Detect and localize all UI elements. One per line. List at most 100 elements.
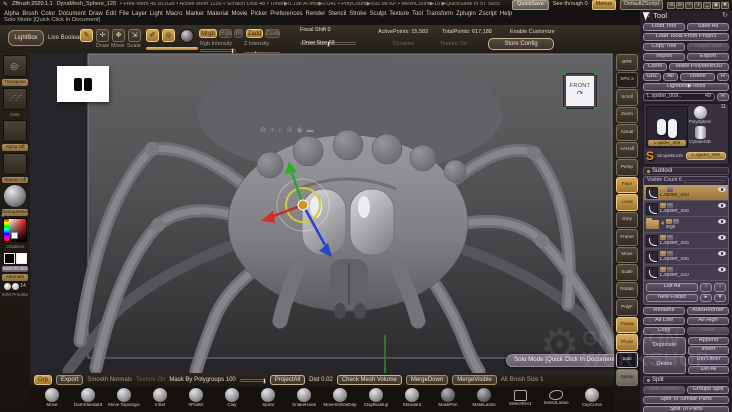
menu-item[interactable]: Stencil (328, 11, 346, 17)
visibility-eye-icon[interactable] (718, 234, 726, 240)
lightbox-tools-button[interactable]: Lightbox▶Tools (643, 82, 729, 91)
right-shelf-button[interactable]: Ghost (616, 334, 638, 351)
visibility-eye-icon[interactable] (718, 202, 726, 208)
simplebrush-icon[interactable]: S (646, 150, 654, 162)
see-through-slider[interactable]: See-through 0 (553, 2, 588, 8)
remesh-chip-icon[interactable] (667, 267, 673, 272)
menu-item[interactable]: Picker (251, 11, 268, 17)
menu-item[interactable]: Tool (412, 11, 423, 17)
menu-item[interactable]: Edit (106, 11, 116, 17)
projectall-button[interactable]: ProjectAll (269, 375, 306, 385)
window-button[interactable]: ⊲ (667, 1, 675, 9)
main-color-swatch[interactable] (3, 252, 15, 264)
remesh-chip-icon[interactable] (667, 203, 673, 208)
move-down-button[interactable]: ↓ (714, 283, 726, 292)
subtool-row[interactable]: L.spider_005 (644, 233, 728, 249)
copy-subtool-button[interactable]: Copy (643, 326, 685, 335)
current-tool-chip[interactable]: L.spider_009 (686, 152, 726, 160)
remesh-chip-icon[interactable] (667, 235, 673, 240)
alpha-thumb[interactable] (3, 120, 27, 143)
menu-item[interactable]: Zscript (479, 11, 497, 17)
load-tools-from-project-button[interactable]: Load Tools From Project (643, 32, 729, 41)
brush-slot[interactable]: Standard (394, 388, 430, 408)
mask-by-polygroups-label[interactable]: Mask By Polygroups 100 (169, 377, 235, 383)
cylinder3d-thumb[interactable]: Cylinder3D (689, 126, 711, 144)
menu-item[interactable]: Help (500, 11, 512, 17)
enable-customize[interactable]: Enable Customize (510, 29, 555, 36)
remesh-chip-icon[interactable] (673, 219, 680, 224)
paint-chip-icon[interactable] (660, 251, 666, 256)
tool-index-slider[interactable]: L.spider_009.. 49 (643, 92, 715, 101)
brush-slot[interactable]: DamStandard (70, 388, 106, 408)
lightbox-button[interactable]: LightBox (8, 30, 44, 46)
goz-all-button[interactable]: All (663, 72, 678, 81)
autoreorder-button[interactable]: AutoReorder (687, 306, 729, 315)
subtool-row[interactable]: L.spider_010 (644, 265, 728, 281)
window-button[interactable]: ✖ (721, 1, 729, 9)
dist-label[interactable]: Dist 0.02 (309, 377, 333, 383)
right-shelf-button[interactable]: Rotate (616, 281, 638, 298)
brush-slot[interactable]: Inflat (142, 388, 178, 408)
subtool-row[interactable]: L.spider_009 (644, 185, 728, 201)
front-face[interactable]: FRONT ↷ (566, 76, 594, 106)
subtool-row[interactable]: L.spider_006 (644, 249, 728, 265)
menu-item[interactable]: Preferences (270, 11, 302, 17)
gizmo-option-icon[interactable]: + (270, 127, 274, 134)
color-picker[interactable] (3, 217, 27, 242)
make-polymesh3d-button[interactable]: Make PolyMesh3D (669, 62, 729, 71)
goz-r-button[interactable]: R (717, 72, 729, 81)
right-shelf-button[interactable]: Scale (616, 264, 638, 281)
live-boolean-toggle[interactable]: Live Boolean (48, 35, 83, 41)
all-low-button[interactable]: All Low (643, 316, 685, 325)
mergedown-button[interactable]: MergeDown (405, 375, 449, 385)
brush-flyout-button[interactable]: ✐ (146, 29, 159, 42)
brush-slot[interactable]: SelectRect (502, 388, 538, 407)
gizmo-option-icon[interactable]: ◉ (296, 127, 302, 134)
stroke-flyout-button[interactable]: ◎ (162, 29, 175, 42)
menu-item[interactable]: Texture (389, 11, 409, 17)
refresh-icon[interactable]: ↻ (722, 12, 728, 19)
paint-chip-icon[interactable] (660, 203, 666, 208)
right-shelf-button[interactable]: PolyF (616, 299, 638, 316)
right-shelf-button[interactable]: Transp (616, 316, 638, 333)
stroke-thumb[interactable]: ⋰⋰ (3, 87, 27, 110)
reference-image-card[interactable] (57, 66, 109, 102)
visible-count-slider[interactable]: Visible Count 6 (644, 177, 728, 185)
visibility-eye-icon[interactable] (718, 250, 726, 256)
move-mode-button[interactable]: ✥ (112, 29, 125, 42)
menu-item[interactable]: Sculpt (370, 11, 387, 17)
groups-split-button[interactable]: Groups Split (687, 385, 729, 394)
remesh-chip-icon[interactable] (667, 251, 673, 256)
menu-item[interactable]: Movie (232, 11, 248, 17)
right-shelf-button[interactable]: Actual (616, 124, 638, 141)
brush-slot[interactable]: ClipCurve (574, 388, 610, 408)
brush-slot[interactable]: MaskLasso (466, 388, 502, 408)
menu-item[interactable]: Render (306, 11, 326, 17)
store-config-button[interactable]: Store Config (488, 38, 554, 50)
move-up-button[interactable]: ↑ (700, 283, 712, 292)
right-shelf-button[interactable]: BPR (616, 54, 638, 71)
right-shelf-button[interactable]: Grey (616, 211, 638, 228)
goz-visible-button[interactable]: Visible (680, 72, 715, 81)
rgb-intensity-slider[interactable] (200, 48, 236, 54)
current-tool-thumb[interactable]: L.spider_009 (646, 106, 688, 148)
paint-chip-icon[interactable] (660, 267, 666, 272)
check-mesh-volume-button[interactable]: Check Mesh Volume (336, 375, 402, 385)
visibility-eye-icon[interactable] (718, 266, 726, 272)
brush-slot[interactable]: ClayBuildup (358, 388, 394, 408)
new-folder-button[interactable]: New Folder (646, 293, 698, 302)
export-button[interactable]: Export (56, 375, 84, 385)
zsub-button[interactable]: Zsub (265, 29, 280, 38)
brush-slot[interactable]: Move Topologic (106, 388, 142, 408)
color-cursor[interactable] (11, 231, 18, 239)
menu-item[interactable]: Macro (166, 11, 183, 17)
menu-item[interactable]: File (119, 11, 129, 17)
window-button[interactable]: ◑ (694, 1, 702, 9)
split-section-header[interactable]: Split (643, 376, 729, 384)
gizmo-option-icon[interactable]: ⚙ (260, 127, 266, 134)
tool-palette-header[interactable]: ⚒ Tool ↻ (640, 10, 732, 21)
paste-subtool-button[interactable]: Paste (687, 326, 729, 335)
paste-tool-button[interactable]: Paste Tool (687, 42, 729, 51)
mergevisible-button[interactable]: MergeVisible (452, 375, 497, 385)
right-shelf-button[interactable]: Solo (616, 351, 638, 368)
